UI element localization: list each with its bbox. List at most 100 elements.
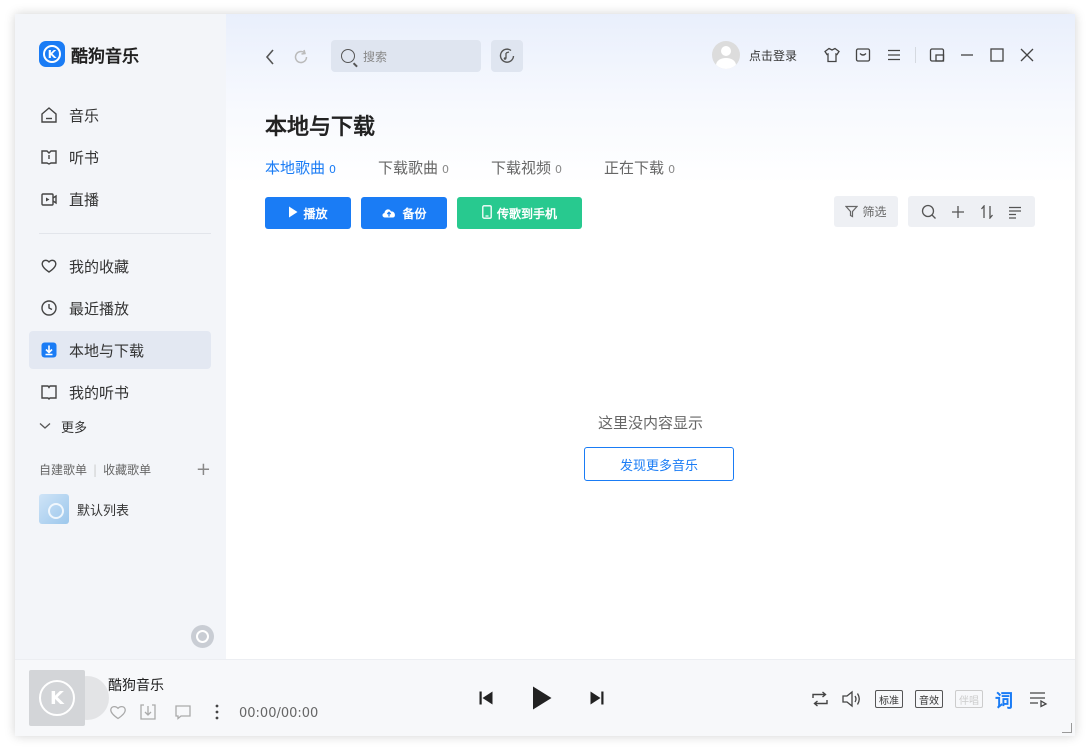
tab-downloaded-songs[interactable]: 下载歌曲 0: [378, 157, 449, 178]
play-label: 播放: [303, 206, 328, 221]
song-title: 酷狗音乐: [108, 678, 164, 694]
filter-button[interactable]: 筛选: [834, 196, 898, 227]
sidebar-divider: [39, 233, 211, 234]
tab-local-songs[interactable]: 本地歌曲 0: [265, 157, 336, 178]
like-icon[interactable]: [108, 702, 128, 722]
tab-downloaded-videos[interactable]: 下载视频 0: [491, 157, 562, 178]
backup-label: 备份: [402, 206, 427, 221]
tab-count: 0: [442, 163, 450, 176]
sing-along-badge[interactable]: 伴唱: [955, 690, 983, 708]
empty-state-text: 这里没内容显示: [597, 414, 703, 432]
comment-icon[interactable]: [173, 702, 193, 722]
sidebar-item-label: 直播: [69, 190, 100, 209]
search-icon: [341, 49, 355, 63]
home-icon: [39, 105, 59, 125]
sidebar-item-label: 最近播放: [69, 299, 130, 318]
login-area[interactable]: 点击登录: [712, 41, 797, 69]
add-playlist-icon[interactable]: +: [196, 459, 211, 480]
album-cover[interactable]: K: [29, 670, 85, 726]
book-open-icon: [39, 147, 59, 167]
toolbar-divider: [915, 47, 916, 63]
tab-label: 下载歌曲: [378, 159, 439, 177]
sidebar-item-music[interactable]: 音乐: [29, 96, 211, 134]
lyrics-toggle[interactable]: 词: [995, 687, 1013, 713]
playlist-cover: [39, 494, 69, 524]
tab-created-playlists[interactable]: 自建歌单: [39, 461, 87, 478]
more-label: 更多: [61, 421, 88, 436]
kugou-logo-icon: K: [39, 41, 65, 67]
menu-icon[interactable]: [883, 44, 905, 66]
main-content: 搜索 点击登录 本地与下载 本地歌曲 0 下载歌曲 0 下载视频 0 正在下载 …: [226, 14, 1075, 659]
sidebar-item-label: 我的听书: [69, 383, 130, 402]
app-window: K 酷狗音乐 音乐 听书 直播 我的收藏 最近播放 本地与下载 我的听书 更多 …: [15, 14, 1075, 736]
music-recognize-icon: [499, 48, 515, 63]
live-video-icon: [39, 189, 59, 209]
play-all-button[interactable]: 播放: [265, 197, 351, 229]
playlist-item-default[interactable]: 默认列表: [39, 494, 129, 524]
avatar: [712, 41, 740, 69]
message-icon[interactable]: [852, 44, 874, 66]
sidebar-item-audiobooks[interactable]: 听书: [29, 138, 211, 176]
refresh-icon[interactable]: [292, 47, 310, 71]
next-track-icon[interactable]: [589, 690, 605, 706]
sidebar-settings-icon[interactable]: [191, 625, 214, 648]
skin-icon[interactable]: [821, 44, 843, 66]
login-label: 点击登录: [749, 48, 798, 63]
download-song-icon[interactable]: [138, 702, 158, 722]
app-logo[interactable]: K 酷狗音乐: [39, 41, 139, 67]
tab-label: 下载视频: [491, 159, 552, 177]
sidebar-item-live[interactable]: 直播: [29, 180, 211, 218]
close-icon[interactable]: [1016, 44, 1038, 66]
transfer-to-phone-button[interactable]: 传歌到手机: [457, 197, 582, 229]
back-icon[interactable]: [264, 47, 276, 71]
play-icon: [288, 206, 298, 221]
repeat-icon[interactable]: [809, 688, 831, 710]
tab-count: 0: [668, 163, 676, 176]
backup-button[interactable]: 备份: [361, 197, 447, 229]
filter-label: 筛选: [862, 205, 887, 219]
kugou-cover-logo-icon: K: [39, 680, 75, 716]
quality-standard-badge[interactable]: 标准: [875, 690, 903, 708]
resize-handle[interactable]: [1062, 723, 1072, 733]
sidebar: K 酷狗音乐 音乐 听书 直播 我的收藏 最近播放 本地与下载 我的听书 更多 …: [15, 14, 226, 659]
heart-icon: [39, 256, 59, 276]
previous-track-icon[interactable]: [478, 690, 494, 706]
sidebar-item-favorites[interactable]: 我的收藏: [29, 247, 211, 285]
play-pause-icon[interactable]: [531, 685, 553, 711]
sort-icon[interactable]: [980, 204, 994, 219]
list-options-icon[interactable]: [1008, 205, 1022, 219]
playlist-queue-icon[interactable]: [1027, 688, 1049, 710]
playlist-label: 默认列表: [77, 503, 130, 519]
sidebar-item-label: 听书: [69, 148, 100, 167]
search-box[interactable]: 搜索: [331, 40, 481, 72]
tab-label: 正在下载: [604, 159, 665, 177]
sidebar-item-recent[interactable]: 最近播放: [29, 289, 211, 327]
add-icon[interactable]: [951, 205, 965, 219]
search-placeholder: 搜索: [363, 49, 388, 64]
filter-icon: [845, 205, 859, 218]
volume-icon[interactable]: [841, 688, 863, 710]
search-list-icon[interactable]: [921, 204, 937, 220]
book-icon: [39, 382, 59, 402]
tab-collected-playlists[interactable]: 收藏歌单: [103, 461, 151, 478]
minimize-icon[interactable]: [956, 44, 978, 66]
sound-effect-badge[interactable]: 音效: [915, 690, 943, 708]
tab-count: 0: [329, 163, 337, 176]
list-tools: [908, 196, 1035, 227]
sidebar-item-my-audiobooks[interactable]: 我的听书: [29, 373, 211, 411]
sidebar-item-label: 音乐: [69, 106, 100, 125]
more-toggle[interactable]: 更多: [39, 417, 87, 436]
listen-recognize-button[interactable]: [491, 40, 523, 72]
tab-downloading[interactable]: 正在下载 0: [604, 157, 675, 178]
mini-mode-icon[interactable]: [926, 44, 948, 66]
maximize-icon[interactable]: [986, 44, 1008, 66]
page-title: 本地与下载: [265, 115, 376, 140]
sidebar-item-label: 本地与下载: [69, 341, 145, 360]
sidebar-item-local-download[interactable]: 本地与下载: [29, 331, 211, 369]
clock-icon: [39, 298, 59, 318]
more-options-icon[interactable]: [207, 702, 227, 722]
discover-music-button[interactable]: 发现更多音乐: [584, 447, 734, 481]
phone-icon: [482, 204, 492, 222]
download-icon: [39, 340, 59, 360]
transfer-label: 传歌到手机: [496, 206, 557, 221]
